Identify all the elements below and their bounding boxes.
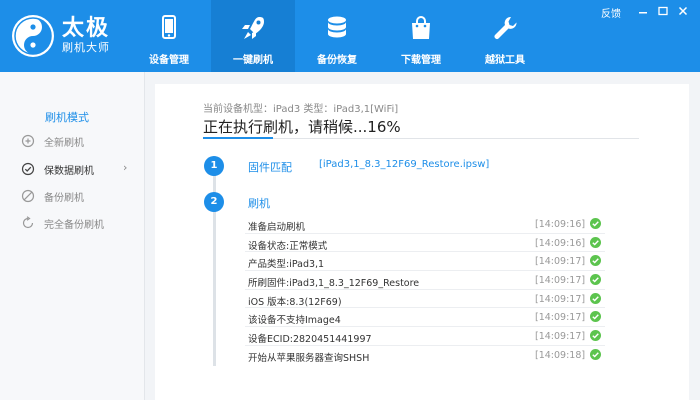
success-check-icon (590, 311, 601, 323)
sidebar-item-full-backup-flash[interactable]: 完全备份刷机 (0, 211, 145, 235)
progress-bar-fill (203, 137, 273, 139)
success-check-icon (590, 255, 601, 267)
log-row: 准备启动刷机 [14:09:16] (245, 215, 605, 234)
nav-device-manage[interactable]: 设备管理 (127, 0, 211, 72)
nav-label: 越狱工具 (485, 55, 525, 66)
sidebar-item-new-flash[interactable]: 全新刷机 (0, 129, 145, 153)
device-info: 当前设备机型：iPad3 类型：iPad3,1[WiFi] (203, 104, 399, 115)
log-row: 产品类型:iPad3,1 [14:09:17] (245, 252, 605, 272)
nav-one-click-flash[interactable]: 一键刷机 (211, 0, 295, 72)
maximize-icon[interactable] (656, 4, 670, 18)
log-time: [14:09:17] (535, 331, 586, 343)
wrench-icon (494, 16, 517, 39)
step-number-1: 1 (204, 156, 224, 176)
success-check-icon (590, 292, 601, 304)
sidebar-item-label: 保数据刷机 (44, 166, 94, 177)
log-time: [14:09:16] (535, 237, 586, 249)
sidebar-item-keep-data-flash[interactable]: 保数据刷机 › (0, 157, 145, 181)
flash-progress-panel: 当前设备机型：iPad3 类型：iPad3,1[WiFi] 正在执行刷机，请稍候… (155, 84, 689, 400)
chevron-right-icon: › (123, 161, 128, 174)
rocket-icon (242, 17, 264, 39)
app-title: 太极 (62, 16, 111, 41)
step-title-firmware-match: 固件匹配 (248, 161, 292, 174)
nav-jailbreak-tools[interactable]: 越狱工具 (463, 0, 547, 72)
success-check-icon (590, 236, 601, 248)
step-number-2: 2 (204, 192, 224, 212)
firmware-file-link[interactable]: [iPad3,1_8.3_12F69_Restore.ipsw] (319, 159, 489, 170)
close-icon[interactable] (676, 4, 690, 18)
no-entry-icon (21, 189, 35, 203)
nav-download-manage[interactable]: 下载管理 (379, 0, 463, 72)
plus-circle-icon (21, 134, 35, 148)
success-check-icon (590, 218, 601, 229)
log-text: 设备状态:正常模式 (248, 240, 328, 252)
sidebar-item-backup-flash[interactable]: 备份刷机 (0, 184, 145, 208)
success-check-icon (590, 274, 601, 286)
feedback-link[interactable]: 反馈 (601, 5, 621, 20)
log-text: iOS 版本:8.3(12F69) (248, 296, 342, 308)
log-text: 该设备不支持Image4 (248, 315, 341, 327)
shopping-bag-icon (412, 16, 430, 39)
log-time: [14:09:17] (535, 293, 586, 305)
check-circle-icon (21, 162, 35, 176)
flash-log-list: 准备启动刷机 [14:09:16] 设备状态:正常模式 [14:09:16] 产… (245, 215, 605, 365)
sidebar-item-label: 备份刷机 (44, 193, 84, 204)
refresh-icon (22, 216, 34, 229)
log-row: iOS 版本:8.3(12F69) [14:09:17] (245, 290, 605, 309)
phone-icon (162, 15, 176, 39)
timeline-line (213, 156, 216, 366)
app-logo: 太极 刷机大师 (12, 12, 132, 60)
success-check-icon (590, 348, 601, 360)
log-row: 开始从苹果服务器查询SHSH [14:09:18] (245, 346, 605, 365)
log-row: 设备ECID:2820451441997 [14:09:17] (245, 327, 605, 346)
nav-label: 一键刷机 (233, 55, 273, 66)
flash-status: 正在执行刷机，请稍候...16% (203, 118, 401, 136)
log-time: [14:09:17] (535, 312, 586, 324)
success-check-icon (590, 330, 601, 342)
top-bar: 太极 刷机大师 设备管理 一键刷机 备份恢复 下载管理 越狱工具 反馈 (0, 0, 700, 72)
log-row: 设备状态:正常模式 [14:09:16] (245, 234, 605, 253)
step-title-flash: 刷机 (248, 197, 270, 210)
nav-label: 下载管理 (401, 55, 441, 66)
sidebar-item-label: 完全备份刷机 (44, 220, 104, 231)
log-time: [14:09:17] (535, 275, 586, 287)
nav-backup-restore[interactable]: 备份恢复 (295, 0, 379, 72)
nav-label: 设备管理 (149, 55, 189, 66)
minimize-icon[interactable] (636, 4, 650, 18)
log-text: 产品类型:iPad3,1 (248, 259, 325, 271)
app-subtitle: 刷机大师 (62, 41, 110, 54)
log-time: [14:09:17] (535, 256, 586, 268)
log-time: [14:09:16] (535, 219, 586, 230)
sidebar: 刷机模式 全新刷机 保数据刷机 › 备份刷机 完全备份刷机 (0, 72, 145, 400)
log-text: 准备启动刷机 (248, 222, 306, 233)
log-text: 设备ECID:2820451441997 (248, 334, 372, 346)
sidebar-title: 刷机模式 (45, 111, 89, 124)
nav-label: 备份恢复 (317, 55, 357, 66)
taiji-logo-icon (12, 15, 54, 57)
sidebar-item-label: 全新刷机 (44, 138, 84, 149)
log-text: 开始从苹果服务器查询SHSH (248, 352, 370, 364)
log-row: 该设备不支持Image4 [14:09:17] (245, 308, 605, 328)
log-text: 所刷固件:iPad3,1_8.3_12F69_Restore (248, 278, 420, 290)
log-time: [14:09:18] (535, 349, 586, 361)
log-row: 所刷固件:iPad3,1_8.3_12F69_Restore [14:09:17… (245, 271, 605, 290)
database-icon (328, 16, 346, 38)
